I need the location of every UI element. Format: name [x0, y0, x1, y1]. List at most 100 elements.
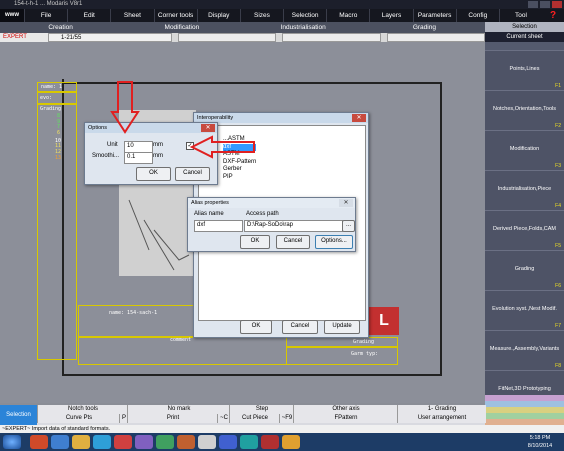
mode-grading[interactable]: Grading: [364, 22, 485, 33]
current-sheet-header[interactable]: Current sheet: [485, 32, 564, 42]
menu-parameters[interactable]: Parameters: [412, 9, 456, 22]
menu-config[interactable]: Config: [455, 9, 499, 22]
menu-layers[interactable]: Layers: [369, 9, 412, 22]
alias-properties-title: Alias properties: [188, 198, 355, 208]
folder-icon[interactable]: [72, 435, 90, 449]
tool-industrialisation[interactable]: Industrialisation,Piece F4: [485, 170, 564, 211]
grading-box: Grading: [286, 337, 398, 347]
tool-notches[interactable]: Notches,Orientation,Tools F2: [485, 90, 564, 131]
alias-options-button[interactable]: Options...: [315, 235, 353, 249]
tool-panel: Selection Current sheet Points,Lines F1 N…: [485, 22, 564, 406]
tool-points-lines[interactable]: Points,Lines F1: [485, 50, 564, 91]
app-icon[interactable]: [114, 435, 132, 449]
print-button[interactable]: Print: [127, 414, 218, 423]
alias-name-input[interactable]: dxf: [194, 220, 243, 232]
menu-sheet[interactable]: Sheet: [110, 9, 153, 22]
tool-measure[interactable]: Measure.,Assembly,Variants F8: [485, 330, 564, 371]
tool-evolution[interactable]: Evolution syst.,Nest Modif. F7: [485, 290, 564, 331]
close-icon[interactable]: ✕: [201, 124, 215, 132]
garment-type-box: Garm typ:: [286, 347, 398, 365]
alias-ok-button[interactable]: OK: [240, 235, 270, 249]
curve-pts-button[interactable]: Curve Pts: [37, 414, 120, 423]
cut-piece-button[interactable]: Cut Piece: [229, 414, 280, 423]
access-path-input[interactable]: D:\Rap-SoDo\rap: [244, 220, 343, 232]
window-title: 154-t-h-1 ... Modaris V8r1: [14, 1, 83, 7]
app-icon[interactable]: [177, 435, 195, 449]
no-mark-button[interactable]: No mark: [127, 405, 230, 414]
interop-cancel-button[interactable]: Cancel: [282, 320, 318, 334]
clock-time: 5:18 PM: [529, 435, 551, 441]
tool-label: Grading: [514, 266, 535, 272]
alias-properties-dialog: Alias properties ✕ Alias name Access pat…: [187, 197, 356, 252]
format-item[interactable]: PIP: [223, 174, 256, 182]
options-ok-button[interactable]: OK: [136, 167, 171, 181]
format-item[interactable]: Gerber: [223, 166, 256, 174]
sheet-border-bottom: [62, 374, 442, 376]
clock[interactable]: 5:18 PM 8/10/2014: [518, 434, 562, 450]
clock-date: 8/10/2014: [527, 443, 553, 449]
notch-tools-button[interactable]: Notch tools: [37, 405, 128, 414]
menu-tool[interactable]: Tool: [498, 9, 542, 22]
tool-label: Points,Lines: [509, 66, 540, 72]
minimize-icon[interactable]: [528, 1, 538, 8]
interop-update-button[interactable]: Update: [324, 320, 360, 334]
sheet-evo-box: evo: Grading: [37, 92, 77, 112]
menu-edit[interactable]: Edit: [67, 9, 110, 22]
help-button[interactable]: ?: [542, 9, 564, 22]
skype-icon[interactable]: [93, 435, 111, 449]
app-icon[interactable]: [219, 435, 237, 449]
close-icon[interactable]: ✕: [339, 199, 353, 207]
app-icon[interactable]: [198, 435, 216, 449]
menu-bar: www File Edit Sheet Corner tools Display…: [0, 9, 564, 22]
app-icon[interactable]: [261, 435, 279, 449]
menu-corner-tools[interactable]: Corner tools: [153, 9, 197, 22]
smoothing-suffix: mm: [153, 153, 163, 159]
piece-name: name: 154-sach-1: [109, 310, 158, 316]
tool-label: FitNet,3D Prototyping: [498, 386, 551, 392]
app-icon[interactable]: [240, 435, 258, 449]
menu-display[interactable]: Display: [196, 9, 240, 22]
close-icon[interactable]: ✕: [352, 114, 366, 122]
app-icon[interactable]: [135, 435, 153, 449]
user-arrangement-button[interactable]: User arrangement: [397, 414, 486, 423]
smoothing-input[interactable]: 0.1: [124, 152, 153, 164]
start-icon[interactable]: [3, 435, 21, 449]
alias-cancel-button[interactable]: Cancel: [276, 235, 310, 249]
chrome-icon[interactable]: [30, 435, 48, 449]
piece-comment: comment: [170, 337, 192, 343]
close-icon[interactable]: [552, 1, 562, 8]
mode-modification[interactable]: Modification: [121, 22, 242, 33]
menu-macro[interactable]: Macro: [326, 9, 369, 22]
selection-header[interactable]: Selection: [485, 22, 564, 32]
www-button[interactable]: www: [0, 9, 24, 22]
other-axis-button[interactable]: Other axis: [293, 405, 398, 414]
tool-key: F2: [555, 123, 561, 129]
down-arrow-annotation: [110, 81, 140, 134]
fpattern-button[interactable]: FPattern: [293, 414, 398, 423]
tool-label: Derived Piece,Folds,CAM: [493, 226, 556, 232]
options-cancel-button[interactable]: Cancel: [175, 167, 210, 181]
ie-icon[interactable]: [51, 435, 69, 449]
mode-industrialisation[interactable]: Industrialisation: [243, 22, 364, 33]
step-button[interactable]: Step: [229, 405, 294, 414]
tool-key: F3: [555, 163, 561, 169]
app-icon[interactable]: [156, 435, 174, 449]
tool-grading[interactable]: Grading F6: [485, 250, 564, 291]
tool-key: F6: [555, 283, 561, 289]
selection-button[interactable]: Selection: [0, 405, 37, 425]
app-icon[interactable]: [282, 435, 300, 449]
browse-button[interactable]: ...: [342, 220, 355, 232]
menu-selection[interactable]: Selection: [283, 9, 326, 22]
format-item[interactable]: DXF-Pattern: [223, 159, 256, 167]
interop-ok-button[interactable]: OK: [240, 320, 272, 334]
tool-key: F8: [555, 363, 561, 369]
tool-derived-piece[interactable]: Derived Piece,Folds,CAM F5: [485, 210, 564, 251]
options-title: Options: [85, 123, 217, 133]
mode-creation[interactable]: Creation: [0, 22, 121, 33]
menu-sizes[interactable]: Sizes: [239, 9, 283, 22]
color-swatches[interactable]: [485, 395, 564, 425]
maximize-icon[interactable]: [540, 1, 550, 8]
grading-size-button[interactable]: 1- Grading: [397, 405, 486, 414]
tool-modification[interactable]: Modification F3: [485, 130, 564, 171]
menu-file[interactable]: File: [24, 9, 67, 22]
